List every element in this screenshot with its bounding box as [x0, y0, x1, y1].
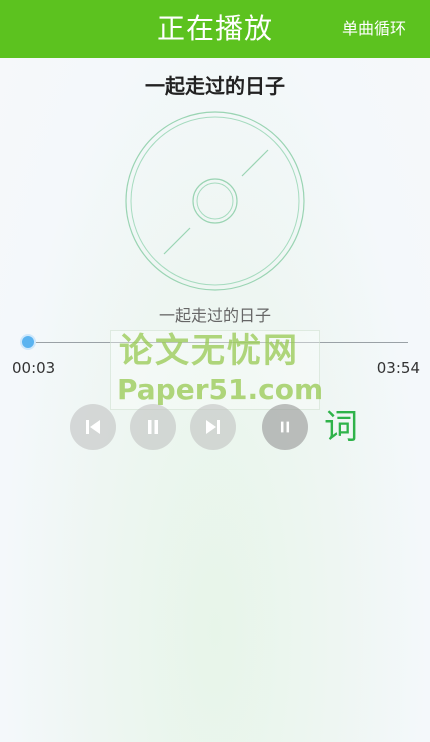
- total-time: 03:54: [376, 359, 420, 377]
- lyrics-button[interactable]: 词: [320, 405, 362, 449]
- pause-button[interactable]: [130, 404, 176, 450]
- song-title: 一起走过的日子: [145, 74, 285, 98]
- previous-track-icon: [86, 420, 100, 434]
- play-pause-icon: [280, 421, 290, 433]
- watermark-line1: 论文无忧网: [119, 331, 299, 371]
- pause-icon: [148, 420, 158, 434]
- top-bar: 正在播放 单曲循环: [0, 0, 430, 58]
- compact-disc-icon: [124, 110, 306, 292]
- progress-thumb[interactable]: [20, 334, 36, 350]
- watermark-line2: Paper51.com: [117, 373, 324, 406]
- next-track-icon: [206, 420, 220, 434]
- previous-button[interactable]: [70, 404, 116, 450]
- song-subtitle: 一起走过的日子: [158, 306, 271, 325]
- next-button[interactable]: [190, 404, 236, 450]
- current-time: 00:03: [12, 359, 56, 377]
- play-pause-button[interactable]: [262, 404, 308, 450]
- watermark: 论文无忧网 Paper51.com: [110, 330, 324, 410]
- play-mode-button[interactable]: 单曲循环: [342, 18, 406, 40]
